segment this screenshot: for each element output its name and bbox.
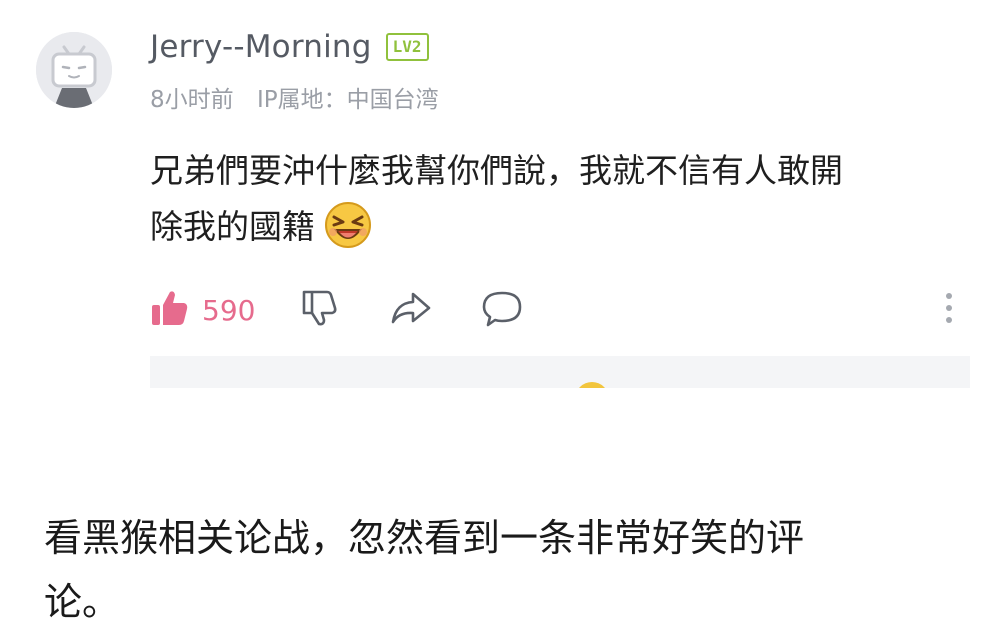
like-count: 590 — [202, 293, 256, 327]
ip-location: IP属地：中国台湾 — [256, 87, 439, 113]
share-arrow-icon — [389, 288, 433, 332]
thumbs-up-icon — [150, 288, 190, 332]
dislike-button[interactable] — [299, 288, 339, 332]
more-options-button[interactable] — [935, 290, 963, 330]
caption-text: 看黑猴相关论战，忽然看到一条非常好笑的评 论。 — [44, 506, 944, 634]
speech-bubble-icon — [481, 288, 523, 332]
caption-line: 看黑猴相关论战，忽然看到一条非常好笑的评 — [44, 516, 805, 560]
username[interactable]: Jerry--Morning — [150, 29, 372, 65]
comment-actions: 590 — [150, 285, 523, 335]
comment-text-line: 兄弟們要沖什麼我幫你們說，我就不信有人敢開 — [150, 151, 843, 190]
reply-preview-panel[interactable] — [150, 356, 970, 388]
like-button[interactable]: 590 — [150, 288, 255, 332]
reply-button[interactable] — [481, 288, 523, 332]
laughing-face-emoji-icon — [323, 200, 373, 267]
comment-text-line: 除我的國籍 — [150, 199, 960, 267]
comment-text-segment: 除我的國籍 — [150, 207, 315, 246]
thumbs-down-icon — [299, 288, 339, 332]
reply-avatar-icon — [575, 382, 609, 388]
vertical-ellipsis-icon — [944, 291, 954, 329]
share-button[interactable] — [389, 288, 433, 332]
comment-meta: 8小时前 IP属地：中国台湾 — [150, 80, 439, 114]
avatar[interactable] — [36, 32, 112, 108]
level-badge: LV2 — [385, 33, 429, 61]
comment-text: 兄弟們要沖什麼我幫你們說，我就不信有人敢開 除我的國籍 — [150, 143, 960, 267]
caption-line: 论。 — [44, 580, 121, 624]
bilibili-tv-avatar-icon — [36, 32, 112, 108]
comment-header: Jerry--Morning LV2 — [150, 27, 429, 67]
time-ago: 8小时前 — [150, 87, 234, 113]
